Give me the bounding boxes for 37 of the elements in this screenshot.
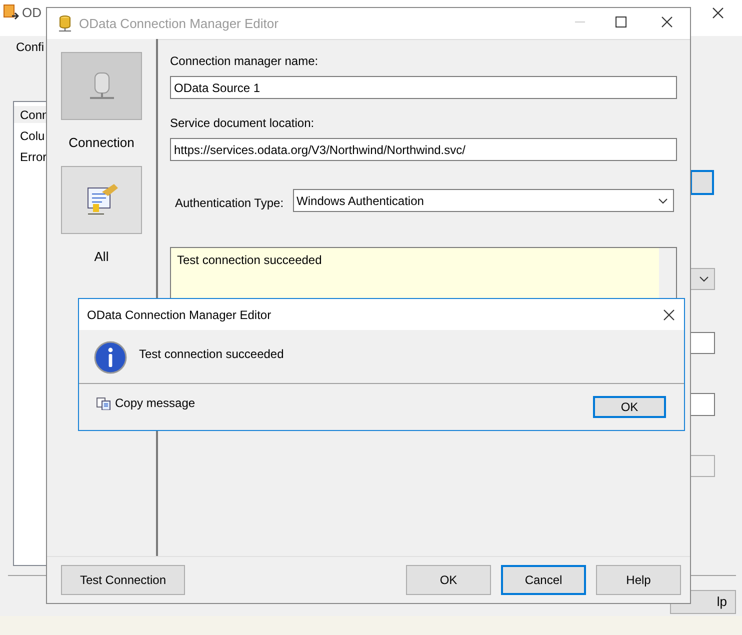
message-text: Test connection succeeded [139,346,284,363]
database-icon [57,14,73,32]
field-label: Service document location: [170,115,316,132]
info-icon [94,341,127,374]
dialog-button[interactable]: Cancel [501,565,586,595]
dialog-button[interactable]: OK [406,565,491,595]
page-tile[interactable] [61,166,142,234]
page-label: Connection [68,134,134,152]
window-title: OData Connection Manager Editor [79,14,278,33]
close-icon[interactable] [663,309,675,321]
maximize-icon[interactable] [615,16,627,28]
chevron-down-icon [658,198,668,204]
app-icon [3,4,19,22]
dialog-button[interactable]: Help [596,565,681,595]
input-field[interactable] [690,332,715,354]
button[interactable] [690,170,714,195]
input-field[interactable] [690,455,715,477]
window-title: OData Connection Manager Editor [87,306,272,324]
input-field[interactable]: https://services.odata.org/V3/Northwind/Northwind.svc/ [170,138,677,161]
dropdown[interactable]: Windows Authentication [292,189,674,212]
page-tile[interactable] [61,52,142,120]
input-field[interactable]: OData Source 1 [170,76,677,99]
dropdown[interactable] [690,268,715,290]
status-text: Test connection succeeded [177,252,322,269]
section-label: Confi [16,39,44,56]
page-label: All [94,248,109,266]
close-icon[interactable] [711,6,725,20]
dialog-button[interactable]: Test Connection [61,565,185,595]
copy-icon [96,396,111,410]
close-icon[interactable] [661,16,673,28]
ok-button[interactable]: OK [593,396,666,418]
field-label: Connection manager name: [170,53,320,70]
chevron-down-icon [699,276,709,282]
copy-message-link[interactable]: Copy message [96,394,196,412]
field-label: Authentication Type: [175,194,284,212]
window-title: OD [22,4,42,22]
input-field[interactable] [690,393,715,416]
